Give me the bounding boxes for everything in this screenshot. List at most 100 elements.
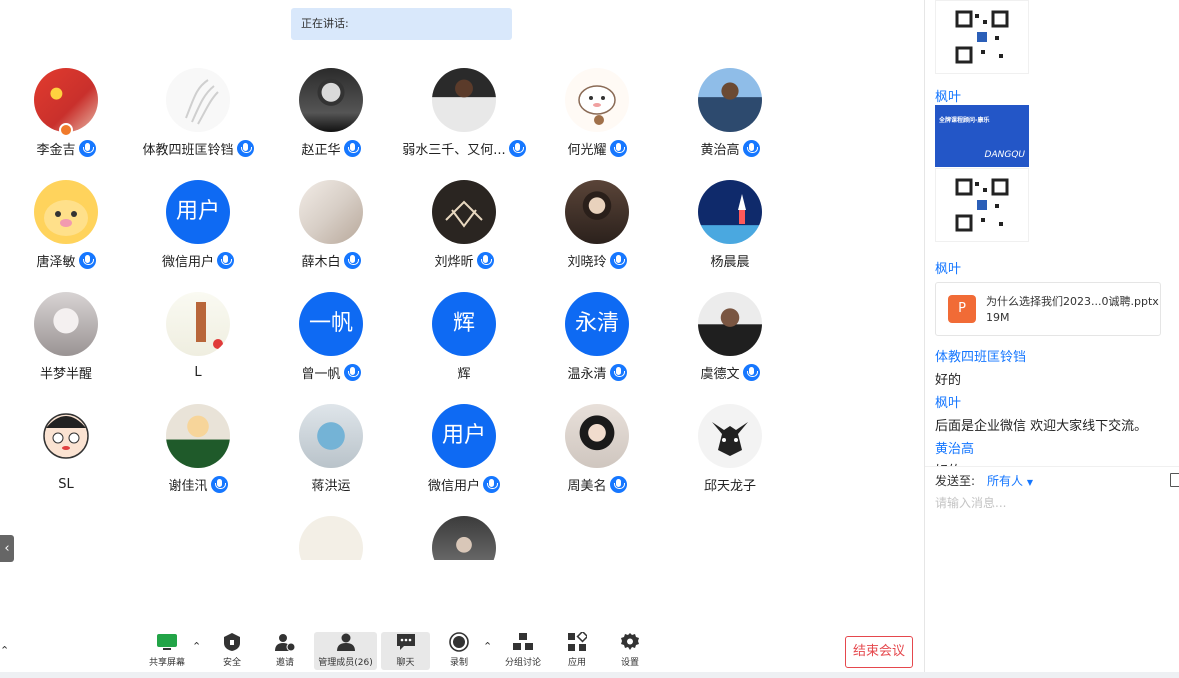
avatar: 一帆 <box>299 292 363 356</box>
participant-tile[interactable]: 周美名 <box>531 404 663 494</box>
mic-icon[interactable] <box>508 139 526 157</box>
settings-button[interactable]: 设置 <box>616 632 644 670</box>
participant-name: 杨晨晨 <box>710 254 750 270</box>
participant-tile[interactable]: 谢佳汛 <box>132 404 264 494</box>
chat-message: 好的 <box>935 373 962 388</box>
mic-icon[interactable] <box>609 139 627 157</box>
participant-name: 辉 <box>457 366 471 382</box>
avatar <box>166 404 230 468</box>
mic-icon[interactable] <box>609 251 627 269</box>
chat-message-list[interactable]: 枫叶 全牌课程顾问-康乐 DANGQU 枫叶 P 为什么选择我们2023...0… <box>925 0 1179 466</box>
participant-name: L <box>194 364 202 380</box>
avatar <box>34 68 98 137</box>
avatar <box>166 68 230 132</box>
participant-tile[interactable]: 虞德文 <box>664 292 796 382</box>
avatar: 辉 <box>432 292 496 356</box>
file-name: 为什么选择我们2023...0诚聘.pptx <box>986 295 1159 308</box>
file-size: 19M <box>986 311 1010 324</box>
mic-icon[interactable] <box>343 139 361 157</box>
apps-button[interactable]: 应用 <box>563 632 591 670</box>
participant-tile[interactable]: 赵正华 <box>265 68 397 158</box>
chat-button[interactable]: 聊天 <box>381 632 430 670</box>
avatar <box>34 292 98 356</box>
banner-title: 全牌课程顾问-康乐 <box>939 117 990 124</box>
share-screen-button[interactable]: 共享屏幕 <box>146 632 188 670</box>
chat-label: 聊天 <box>396 658 415 668</box>
record-button[interactable]: 录制 <box>444 632 474 670</box>
apps-label: 应用 <box>567 658 586 668</box>
chevron-up-icon[interactable]: ⌃ <box>192 640 201 653</box>
mic-icon[interactable] <box>236 139 254 157</box>
chat-input[interactable] <box>935 494 1170 512</box>
participant-tile[interactable]: 刘晓玲 <box>531 180 663 270</box>
participant-name: 黄治高 <box>700 142 740 158</box>
avatar <box>34 404 98 468</box>
mic-icon[interactable] <box>78 139 96 157</box>
qr-code-image[interactable] <box>935 168 1029 242</box>
mic-icon[interactable] <box>210 475 228 493</box>
breakout-icon <box>512 632 534 652</box>
mic-icon[interactable] <box>609 363 627 381</box>
mic-icon[interactable] <box>217 251 234 269</box>
end-meeting-button[interactable]: 结束会议 <box>845 636 913 668</box>
bottom-toolbar: ⌃ 共享屏幕 ⌃ 安全 邀请 管理成员(26) 聊天 录制 ⌃ 分组讨论 应用 … <box>0 620 924 672</box>
participant-tile[interactable]: 蒋洪运 <box>265 404 397 494</box>
banner-brand: DANGQU <box>984 150 1025 160</box>
mic-icon[interactable] <box>343 251 361 269</box>
security-button[interactable]: 安全 <box>216 632 248 670</box>
window-bottom-edge <box>0 672 1179 678</box>
participant-name: 半梦半醒 <box>39 366 92 382</box>
participant-tile[interactable]: L <box>132 292 264 381</box>
mic-icon[interactable] <box>742 363 760 381</box>
chevron-up-icon[interactable]: ⌃ <box>0 644 9 657</box>
participant-tile[interactable]: 一帆 曾一帆 <box>265 292 397 382</box>
participant-tile[interactable] <box>432 516 496 560</box>
send-to-dropdown[interactable]: 所有人 ▼ <box>987 472 1033 489</box>
mic-icon[interactable] <box>343 363 361 381</box>
chevron-up-icon[interactable]: ⌃ <box>483 640 492 653</box>
participant-tile[interactable]: 何光耀 <box>531 68 663 158</box>
invite-button[interactable]: 邀请 <box>269 632 301 670</box>
mic-icon[interactable] <box>742 139 760 157</box>
participant-tile[interactable]: 杨晨晨 <box>664 180 796 270</box>
participant-tile[interactable]: 邱天龙子 <box>664 404 796 494</box>
invite-label: 邀请 <box>275 658 294 668</box>
participant-tile[interactable]: 弱水三千、又何... <box>398 68 530 158</box>
participant-tile[interactable]: 半梦半醒 <box>0 292 132 382</box>
chat-sender: 枫叶 <box>935 90 962 105</box>
send-to-value: 所有人 <box>987 474 1024 488</box>
file-upload-icon[interactable] <box>1170 473 1179 487</box>
mic-icon[interactable] <box>609 475 627 493</box>
promo-banner-image[interactable]: 全牌课程顾问-康乐 DANGQU <box>935 105 1029 167</box>
avatar <box>432 516 496 560</box>
participant-name: 弱水三千、又何... <box>402 142 506 158</box>
participant-tile[interactable]: 刘烨昕 <box>398 180 530 270</box>
participant-name: 虞德文 <box>700 366 740 382</box>
chat-sender: 枫叶 <box>935 396 962 411</box>
participant-name: 刘晓玲 <box>567 254 607 270</box>
collapse-left-icon[interactable]: ‹ <box>0 535 14 562</box>
manage-members-button[interactable]: 管理成员(26) <box>314 632 377 670</box>
participant-tile[interactable] <box>299 516 363 560</box>
participant-tile[interactable]: 唐泽敏 <box>0 180 132 270</box>
avatar <box>299 404 363 468</box>
participant-tile[interactable]: 体教四班匡铃铛 <box>132 68 264 158</box>
participant-tile[interactable]: 辉 辉 <box>398 292 530 382</box>
participant-tile[interactable]: SL <box>0 404 132 493</box>
breakout-rooms-button[interactable]: 分组讨论 <box>502 632 544 670</box>
participant-name: 曾一帆 <box>301 366 341 382</box>
participant-tile[interactable]: 薛木白 <box>265 180 397 270</box>
mic-icon[interactable] <box>78 251 96 269</box>
qr-code-image[interactable] <box>935 0 1029 74</box>
participant-tile[interactable]: 永清 温永清 <box>531 292 663 382</box>
participant-tile[interactable]: 用户 微信用户 <box>398 404 530 494</box>
settings-label: 设置 <box>620 658 639 668</box>
mic-icon[interactable] <box>483 475 500 493</box>
participant-tile[interactable]: 黄治高 <box>664 68 796 158</box>
avatar <box>565 68 629 132</box>
mic-icon[interactable] <box>476 251 494 269</box>
participant-tile[interactable]: 李金吉 <box>0 68 132 158</box>
meeting-window: 正在讲话: 李金吉 体教四班匡铃铛 赵正华 弱水三千、又何... 何光耀 黄治高… <box>0 0 1179 678</box>
participant-tile[interactable]: 用户 微信用户 <box>132 180 264 270</box>
file-attachment[interactable]: P 为什么选择我们2023...0诚聘.pptx 19M <box>935 282 1161 336</box>
